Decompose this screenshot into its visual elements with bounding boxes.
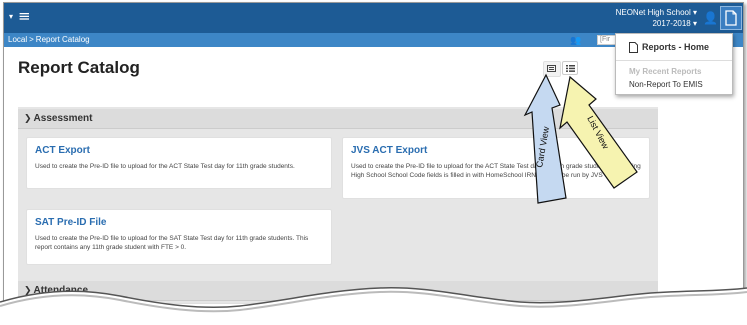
torn-edge [0, 287, 747, 325]
